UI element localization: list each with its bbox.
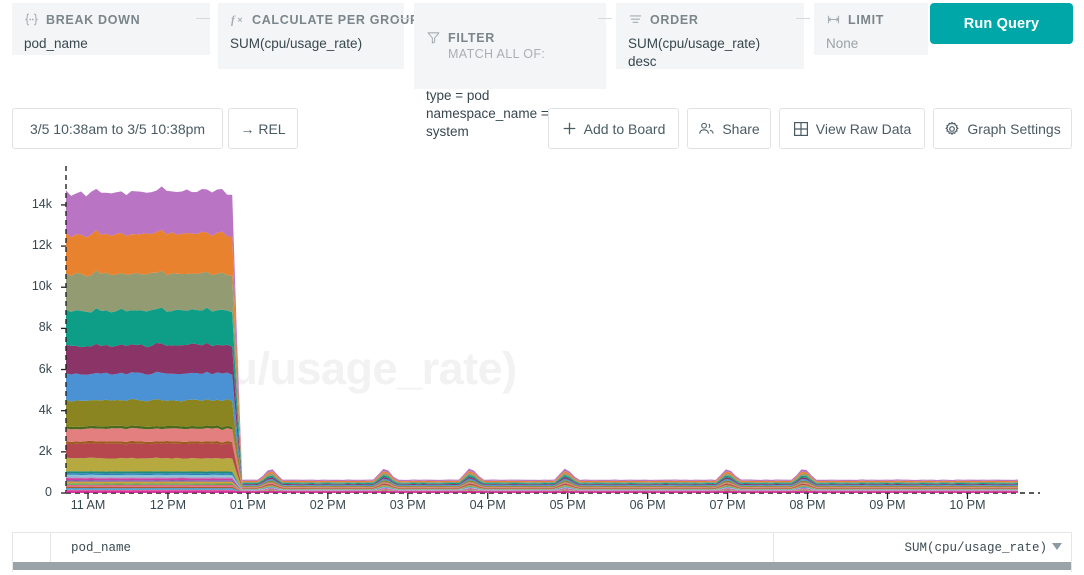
- query-cell-title: LIMIT: [848, 12, 884, 28]
- share-button[interactable]: Share: [687, 108, 771, 149]
- query-cell-title: CALCULATE PER GROUP: [252, 12, 419, 28]
- query-cell-value: SUM(cpu/usage_rate) desc: [628, 35, 792, 71]
- x-axis-tick-label: 06 PM: [613, 498, 683, 512]
- query-cell-header: FILTER MATCH ALL OF:: [426, 30, 594, 62]
- time-range-button[interactable]: 3/5 10:38am to 3/5 10:38pm: [12, 108, 223, 149]
- svg-text:f: f: [231, 15, 236, 27]
- x-axis-tick-label: 07 PM: [693, 498, 763, 512]
- x-axis-tick-label: 04 PM: [453, 498, 523, 512]
- y-axis-tick-label: 6k: [8, 362, 52, 376]
- query-cell-divider: [598, 18, 612, 19]
- query-cell-value: None: [826, 35, 916, 53]
- query-cell-subtitle: MATCH ALL OF:: [448, 46, 545, 62]
- y-axis-tick-label: 2k: [8, 444, 52, 458]
- query-cell-break-down[interactable]: BREAK DOWN pod_name: [12, 3, 210, 55]
- x-axis-tick-label: 08 PM: [773, 498, 843, 512]
- time-range-label: 3/5 10:38am to 3/5 10:38pm: [30, 121, 205, 137]
- query-cell-divider: [796, 18, 810, 19]
- funnel-icon: [426, 30, 441, 45]
- chart-toolbar: 3/5 10:38am to 3/5 10:38pm → REL Add to …: [0, 108, 1084, 150]
- query-cell-header: ORDER: [628, 12, 792, 28]
- plus-icon: [562, 121, 577, 136]
- x-axis-tick-label: 12 PM: [133, 498, 203, 512]
- query-cell-divider: [196, 18, 210, 19]
- results-column-metric-label: SUM(cpu/usage_rate): [904, 541, 1047, 555]
- query-cell-filter[interactable]: FILTER MATCH ALL OF: type = pod namespac…: [414, 3, 606, 89]
- y-axis-tick-label: 0: [8, 485, 52, 499]
- sort-desc-caret-icon[interactable]: [1052, 543, 1062, 550]
- results-swatch-column: [13, 533, 51, 562]
- query-cell-header: LIMIT: [826, 12, 916, 28]
- share-people-icon: [698, 121, 715, 136]
- results-table: pod_name SUM(cpu/usage_rate): [12, 532, 1072, 572]
- x-axis-tick-label: 01 PM: [213, 498, 283, 512]
- x-axis-tick-label: 11 AM: [53, 498, 123, 512]
- y-axis-tick-label: 4k: [8, 403, 52, 417]
- x-axis-tick-label: 02 PM: [293, 498, 363, 512]
- run-query-button[interactable]: Run Query: [930, 3, 1073, 44]
- x-axis-tick-label: 05 PM: [533, 498, 603, 512]
- y-axis-tick-label: 8k: [8, 320, 52, 334]
- share-label: Share: [722, 121, 759, 137]
- x-axis-tick-label: 10 PM: [932, 498, 1002, 512]
- y-axis-tick-label: 10k: [8, 279, 52, 293]
- y-axis-tick-label: 12k: [8, 238, 52, 252]
- sort-lines-icon: [628, 12, 643, 27]
- function-icon: f: [230, 12, 245, 27]
- query-cell-value: SUM(cpu/usage_rate): [230, 35, 392, 53]
- query-cell-limit[interactable]: LIMIT None: [814, 3, 928, 55]
- query-cell-calculate-per-group[interactable]: f CALCULATE PER GROUP SUM(cpu/usage_rate…: [218, 3, 404, 69]
- graph-settings-button[interactable]: Graph Settings: [933, 108, 1072, 149]
- x-axis-tick-label: 09 PM: [853, 498, 923, 512]
- query-cell-order[interactable]: ORDER SUM(cpu/usage_rate) desc: [616, 3, 804, 69]
- relative-time-label: → REL: [240, 121, 285, 137]
- grid-icon: [793, 121, 809, 137]
- add-to-board-label: Add to Board: [584, 121, 666, 137]
- results-column-pod-name-label: pod_name: [71, 541, 131, 555]
- gear-icon: [944, 121, 960, 137]
- view-raw-data-button[interactable]: View Raw Data: [779, 108, 925, 149]
- chart-plot: [0, 160, 1084, 525]
- results-column-metric[interactable]: SUM(cpu/usage_rate): [774, 533, 1072, 562]
- graph-settings-label: Graph Settings: [967, 121, 1060, 137]
- query-cell-title: FILTER: [448, 30, 495, 46]
- stacked-area-chart[interactable]: SUM(cpu/usage_rate) 02k4k6k8k10k12k14k 1…: [0, 160, 1084, 525]
- x-axis-tick-label: 03 PM: [373, 498, 443, 512]
- query-cell-title: ORDER: [650, 12, 699, 28]
- query-cell-value: pod_name: [24, 35, 198, 53]
- add-to-board-button[interactable]: Add to Board: [548, 108, 679, 149]
- measure-icon: [826, 12, 841, 27]
- query-cell-divider: [396, 18, 410, 19]
- view-raw-data-label: View Raw Data: [816, 121, 911, 137]
- relative-time-button[interactable]: → REL: [228, 108, 298, 149]
- results-column-pod-name[interactable]: pod_name: [51, 533, 774, 562]
- query-cell-header: BREAK DOWN: [24, 12, 198, 28]
- y-axis-tick-label: 14k: [8, 197, 52, 211]
- query-cell-title: BREAK DOWN: [46, 12, 140, 28]
- query-builder-bar: BREAK DOWN pod_name f CALCULATE PER GROU…: [0, 0, 1084, 95]
- query-cell-header: f CALCULATE PER GROUP: [230, 12, 392, 28]
- braces-dots-icon: [24, 12, 39, 27]
- results-horizontal-scrollbar[interactable]: [13, 562, 1071, 570]
